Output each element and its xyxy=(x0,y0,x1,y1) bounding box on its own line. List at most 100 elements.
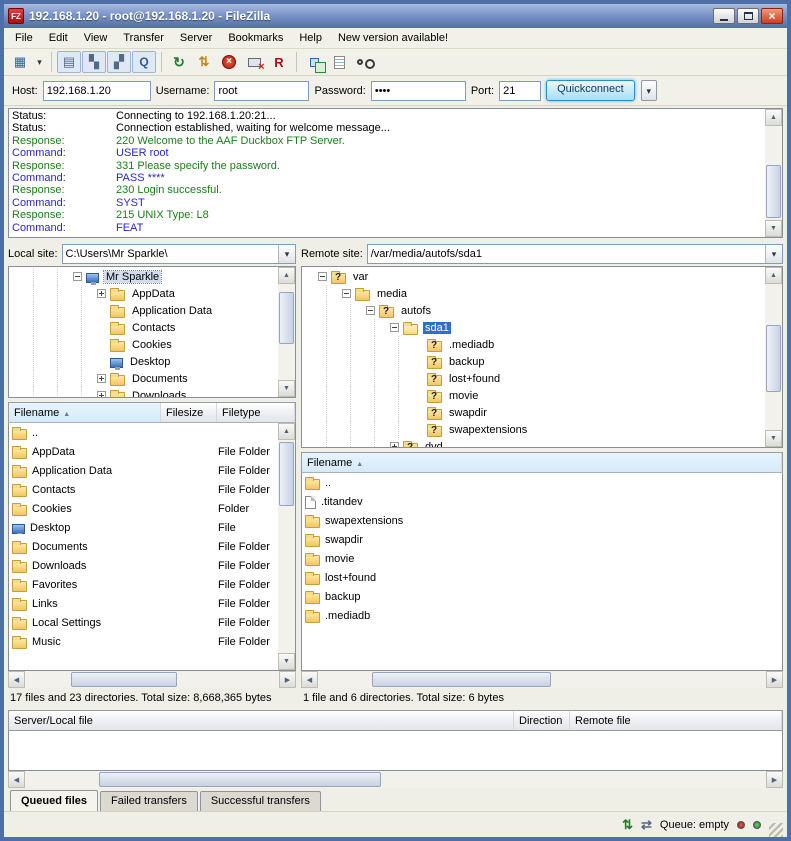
maximize-button[interactable] xyxy=(737,8,759,24)
expand-icon[interactable] xyxy=(390,442,399,447)
expand-icon[interactable] xyxy=(97,391,106,397)
scroll-down-icon[interactable] xyxy=(278,653,295,670)
file-row[interactable]: swapextensions xyxy=(302,511,782,530)
queue-list[interactable] xyxy=(8,731,783,771)
tree-item[interactable]: Desktop xyxy=(9,353,278,370)
local-list-scrollbar[interactable] xyxy=(278,423,295,670)
column-header-filename[interactable]: Filename xyxy=(9,403,161,422)
scroll-left-icon[interactable] xyxy=(8,771,25,788)
file-row[interactable]: DocumentsFile Folder xyxy=(9,537,278,556)
column-header-filename[interactable]: Filename xyxy=(302,453,782,472)
combobox-dropdown-button[interactable] xyxy=(765,245,782,263)
scroll-down-icon[interactable] xyxy=(765,430,782,447)
collapse-icon[interactable] xyxy=(390,323,399,332)
scroll-right-icon[interactable] xyxy=(766,771,783,788)
toggle-remote-tree-button[interactable] xyxy=(107,51,131,73)
tree-item[interactable]: Cookies xyxy=(9,336,278,353)
file-row[interactable]: .. xyxy=(9,423,278,442)
scrollbar-thumb[interactable] xyxy=(71,672,178,687)
reconnect-button[interactable] xyxy=(267,51,291,73)
local-tree-scrollbar[interactable] xyxy=(278,267,295,397)
resize-grip-icon[interactable] xyxy=(769,823,783,837)
file-row[interactable]: backup xyxy=(302,587,782,606)
toggle-message-log-button[interactable] xyxy=(57,51,81,73)
toggle-local-tree-button[interactable] xyxy=(82,51,106,73)
scroll-left-icon[interactable] xyxy=(8,671,25,688)
collapse-icon[interactable] xyxy=(73,272,82,281)
scroll-down-icon[interactable] xyxy=(278,380,295,397)
file-row[interactable]: DownloadsFile Folder xyxy=(9,556,278,575)
file-row[interactable]: MusicFile Folder xyxy=(9,632,278,651)
scroll-right-icon[interactable] xyxy=(766,671,783,688)
tree-item[interactable]: lost+found xyxy=(302,370,765,387)
tree-item[interactable]: media xyxy=(302,285,765,302)
file-row[interactable]: AppDataFile Folder xyxy=(9,442,278,461)
menu-edit[interactable]: Edit xyxy=(41,29,76,47)
menu-bookmarks[interactable]: Bookmarks xyxy=(220,29,291,47)
file-row[interactable]: .titandev xyxy=(302,492,782,511)
menu-server[interactable]: Server xyxy=(172,29,220,47)
directory-comparison-button[interactable] xyxy=(302,51,326,73)
menu-help[interactable]: Help xyxy=(291,29,330,47)
tree-item[interactable]: AppData xyxy=(9,285,278,302)
scroll-left-icon[interactable] xyxy=(301,671,318,688)
file-row[interactable]: .. xyxy=(302,473,782,492)
scrollbar-thumb[interactable] xyxy=(279,442,294,506)
file-row[interactable]: lost+found xyxy=(302,568,782,587)
tree-item[interactable]: var xyxy=(302,268,765,285)
menu-view[interactable]: View xyxy=(76,29,116,47)
collapse-icon[interactable] xyxy=(318,272,327,281)
toggle-queue-button[interactable] xyxy=(132,51,156,73)
menu-transfer[interactable]: Transfer xyxy=(115,29,172,47)
scrollbar-thumb[interactable] xyxy=(766,325,781,392)
remote-site-combobox[interactable]: /var/media/autofs/sda1 xyxy=(367,244,783,264)
tree-item[interactable]: .mediadb xyxy=(302,336,765,353)
scroll-down-icon[interactable] xyxy=(765,220,782,237)
scroll-up-icon[interactable] xyxy=(765,109,782,126)
scroll-up-icon[interactable] xyxy=(278,423,295,440)
site-manager-dropdown[interactable] xyxy=(33,51,46,73)
host-input[interactable] xyxy=(43,81,151,101)
file-row[interactable]: Local SettingsFile Folder xyxy=(9,613,278,632)
close-button[interactable] xyxy=(761,8,783,24)
cancel-button[interactable] xyxy=(217,51,241,73)
speed-limits-icon[interactable] xyxy=(641,817,652,833)
queue-hscrollbar[interactable] xyxy=(8,771,783,788)
username-input[interactable] xyxy=(214,81,309,101)
column-header-filetype[interactable]: Filetype xyxy=(217,403,295,422)
minimize-button[interactable] xyxy=(713,8,735,24)
tree-item[interactable]: Documents xyxy=(9,370,278,387)
file-row[interactable]: ContactsFile Folder xyxy=(9,480,278,499)
quickconnect-button[interactable]: Quickconnect xyxy=(546,80,635,101)
expand-icon[interactable] xyxy=(97,374,106,383)
directory-listing-button[interactable] xyxy=(327,51,351,73)
combobox-dropdown-button[interactable] xyxy=(278,245,295,263)
tree-item[interactable]: Application Data xyxy=(9,302,278,319)
collapse-icon[interactable] xyxy=(366,306,375,315)
column-header-server-local-file[interactable]: Server/Local file xyxy=(9,711,514,730)
tree-item[interactable]: dvd xyxy=(302,438,765,447)
find-files-button[interactable] xyxy=(352,51,376,73)
local-site-combobox[interactable]: C:\Users\Mr Sparkle\ xyxy=(62,244,296,264)
file-row[interactable]: LinksFile Folder xyxy=(9,594,278,613)
tree-item[interactable]: swapdir xyxy=(302,404,765,421)
tree-item[interactable]: swapextensions xyxy=(302,421,765,438)
scrollbar-thumb[interactable] xyxy=(372,672,551,687)
scroll-up-icon[interactable] xyxy=(765,267,782,284)
process-queue-button[interactable] xyxy=(192,51,216,73)
file-row[interactable]: CookiesFolder xyxy=(9,499,278,518)
remote-list-hscrollbar[interactable] xyxy=(301,671,783,688)
scroll-up-icon[interactable] xyxy=(278,267,295,284)
tab-successful-transfers[interactable]: Successful transfers xyxy=(200,791,321,811)
file-row[interactable]: DesktopFile xyxy=(9,518,278,537)
tree-item[interactable]: movie xyxy=(302,387,765,404)
quickconnect-dropdown[interactable] xyxy=(641,80,657,101)
tree-item[interactable]: Mr Sparkle xyxy=(9,268,278,285)
log-scrollbar[interactable] xyxy=(765,109,782,237)
scrollbar-thumb[interactable] xyxy=(99,772,381,787)
column-header-filesize[interactable]: Filesize xyxy=(161,403,217,422)
site-manager-button[interactable] xyxy=(8,51,32,73)
scrollbar-thumb[interactable] xyxy=(279,292,294,345)
file-row[interactable]: FavoritesFile Folder xyxy=(9,575,278,594)
local-list-hscrollbar[interactable] xyxy=(8,671,296,688)
